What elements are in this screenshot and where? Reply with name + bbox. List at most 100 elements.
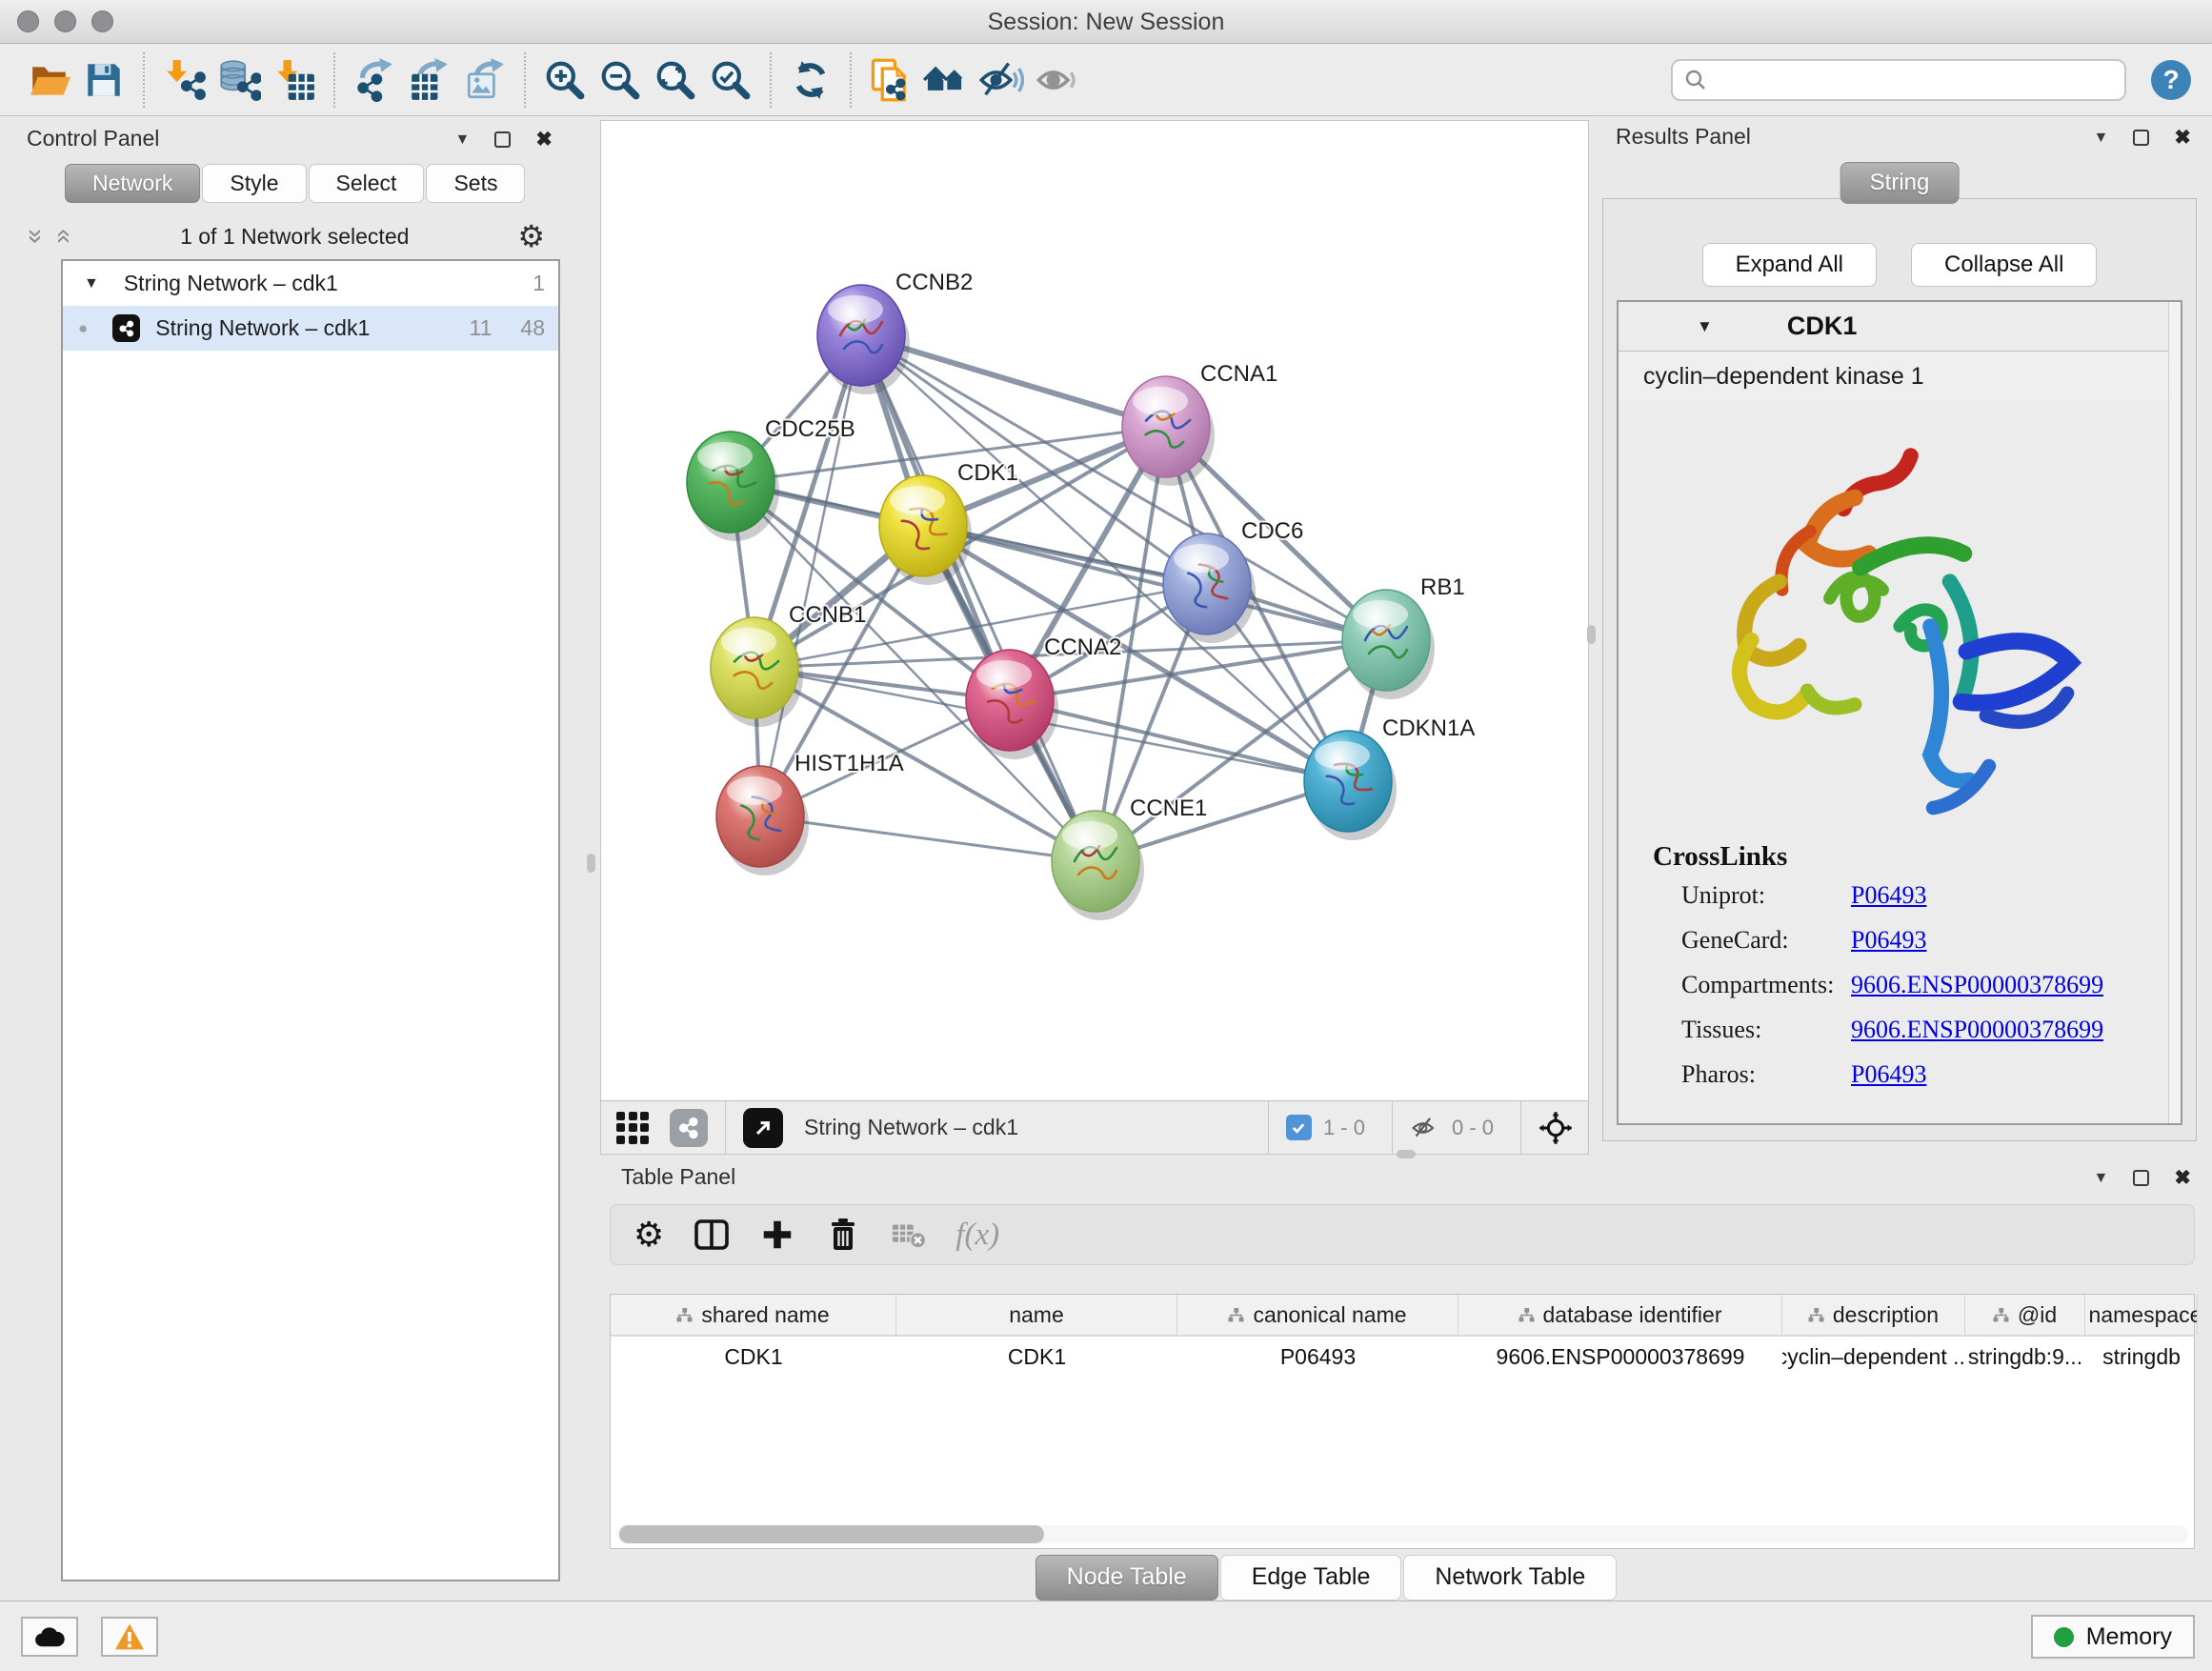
network-edge[interactable] — [760, 816, 1096, 861]
export-network-button[interactable] — [347, 50, 402, 111]
float-panel-icon[interactable] — [2133, 1170, 2149, 1186]
memory-button[interactable]: Memory — [2031, 1615, 2195, 1659]
horizontal-splitter-handle[interactable] — [1397, 1150, 1416, 1158]
zoom-fit-button[interactable] — [648, 50, 703, 111]
table-options-gear-icon[interactable]: ⚙ — [633, 1215, 664, 1255]
import-network-button[interactable] — [156, 50, 211, 111]
create-column-plus-icon[interactable] — [759, 1217, 795, 1253]
network-node[interactable] — [1342, 590, 1435, 699]
network-graph[interactable]: CCNB2CCNA1CDC25BCDK1CDC6RB1CCNB1CCNA2CDK… — [601, 121, 1588, 1100]
network-collection-row[interactable]: ▼ String Network – cdk1 1 — [63, 261, 558, 306]
crosslink-value[interactable]: 9606.ENSP00000378699 — [1851, 1016, 2103, 1044]
hide-selected-button[interactable] — [974, 50, 1029, 111]
close-panel-icon[interactable]: ✖ — [2174, 1166, 2191, 1190]
first-neighbors-button[interactable] — [918, 50, 974, 111]
column-header-namespace[interactable]: namespace — [2085, 1295, 2198, 1335]
export-table-button[interactable] — [402, 50, 457, 111]
results-scrollbar[interactable] — [2168, 302, 2181, 1123]
save-session-button[interactable] — [76, 50, 131, 111]
collapse-all-button[interactable]: Collapse All — [1911, 243, 2097, 287]
column-header-sharedname[interactable]: shared name — [611, 1295, 896, 1335]
panel-menu-caret-icon[interactable]: ▼ — [2094, 1170, 2109, 1187]
expand-all-button[interactable]: Expand All — [1702, 243, 1877, 287]
search-box[interactable] — [1671, 59, 2126, 101]
gene-expand-caret-icon[interactable]: ▼ — [1697, 317, 1713, 336]
table-data-row[interactable]: CDK1CDK1P064939606.ENSP00000378699cyclin… — [611, 1337, 2194, 1377]
column-header-description[interactable]: description — [1782, 1295, 1965, 1335]
duplicate-network-button[interactable] — [863, 50, 918, 111]
network-node[interactable] — [1163, 534, 1256, 643]
tab-sets[interactable]: Sets — [426, 164, 525, 203]
zoom-selected-button[interactable] — [703, 50, 758, 111]
gene-section-header[interactable]: ▼ CDK1 — [1619, 302, 2181, 352]
network-node[interactable] — [879, 475, 972, 585]
tab-string[interactable]: String — [1840, 162, 1960, 204]
zoom-in-button[interactable] — [537, 50, 593, 111]
network-node[interactable] — [687, 432, 779, 541]
table-cell[interactable]: CDK1 — [611, 1337, 896, 1377]
delete-column-trash-icon[interactable] — [824, 1216, 862, 1254]
table-cell[interactable]: stringdb:9... — [1965, 1337, 2085, 1377]
table-cell[interactable]: stringdb — [2085, 1337, 2198, 1377]
column-header-canonicalname[interactable]: canonical name — [1177, 1295, 1458, 1335]
close-panel-icon[interactable]: ✖ — [535, 128, 553, 151]
detach-view-button[interactable] — [743, 1108, 783, 1148]
crosslink-value[interactable]: P06493 — [1851, 926, 1926, 955]
network-node[interactable] — [817, 285, 910, 394]
import-table-button[interactable] — [267, 50, 322, 111]
import-network-from-database-button[interactable] — [211, 50, 267, 111]
crosslink-value[interactable]: P06493 — [1851, 881, 1926, 910]
tab-edge-table[interactable]: Edge Table — [1220, 1555, 1402, 1601]
tab-node-table[interactable]: Node Table — [1036, 1555, 1218, 1601]
network-share-icon[interactable] — [670, 1109, 708, 1147]
table-cell[interactable]: P06493 — [1177, 1337, 1458, 1377]
panel-menu-caret-icon[interactable]: ▼ — [2094, 130, 2109, 147]
float-panel-icon[interactable] — [494, 131, 511, 148]
network-node[interactable] — [966, 650, 1058, 759]
tab-select[interactable]: Select — [309, 164, 425, 203]
close-panel-icon[interactable]: ✖ — [2174, 126, 2191, 150]
table-cell[interactable]: CDK1 — [896, 1337, 1177, 1377]
expand-all-chevron-icon[interactable]: « — [54, 229, 73, 244]
apply-layout-button[interactable] — [783, 50, 838, 111]
table-horizontal-scrollbar[interactable] — [616, 1525, 2188, 1543]
tab-style[interactable]: Style — [202, 164, 306, 203]
table-cell[interactable]: 9606.ENSP00000378699 — [1458, 1337, 1782, 1377]
table-cell[interactable]: cyclin–dependent ... — [1782, 1337, 1965, 1377]
float-panel-icon[interactable] — [2133, 130, 2149, 146]
open-session-button[interactable] — [21, 50, 76, 111]
birdseye-navigator-icon[interactable] — [1538, 1111, 1573, 1145]
network-node[interactable] — [1122, 376, 1215, 486]
tab-network-table[interactable]: Network Table — [1403, 1555, 1617, 1601]
grid-view-icon[interactable] — [616, 1112, 649, 1144]
warnings-button[interactable] — [101, 1617, 158, 1657]
network-row[interactable]: ● String Network – cdk1 11 48 — [63, 306, 558, 351]
column-header-id[interactable]: @id — [1965, 1295, 2085, 1335]
help-button[interactable]: ? — [2151, 60, 2191, 100]
zoom-selected-icon — [709, 58, 753, 102]
tree-expand-caret-icon[interactable]: ▼ — [84, 275, 99, 292]
crosslink-value[interactable]: P06493 — [1851, 1060, 1926, 1089]
network-edge[interactable] — [760, 335, 861, 816]
collapse-all-chevron-icon[interactable]: » — [27, 229, 46, 244]
network-node[interactable] — [711, 617, 803, 727]
export-image-button[interactable] — [457, 50, 513, 111]
search-input[interactable] — [1717, 68, 2113, 92]
network-node[interactable] — [1304, 731, 1397, 840]
panel-menu-caret-icon[interactable]: ▼ — [455, 131, 471, 149]
vertical-splitter-handle[interactable] — [587, 854, 595, 873]
tab-network[interactable]: Network — [65, 164, 200, 203]
network-node[interactable] — [716, 766, 809, 876]
network-node[interactable] — [1052, 811, 1144, 920]
network-options-gear-icon[interactable]: ⚙ — [517, 222, 545, 251]
selected-checkbox-icon[interactable] — [1286, 1115, 1312, 1140]
network-edge[interactable] — [861, 335, 1096, 861]
zoom-out-button[interactable] — [593, 50, 648, 111]
show-all-button[interactable] — [1029, 50, 1084, 111]
column-header-databaseidentifier[interactable]: database identifier — [1458, 1295, 1782, 1335]
column-header-name[interactable]: name — [896, 1295, 1177, 1335]
crosslink-value[interactable]: 9606.ENSP00000378699 — [1851, 971, 2103, 999]
scrollbar-thumb[interactable] — [619, 1525, 1044, 1543]
show-columns-icon[interactable] — [693, 1216, 731, 1254]
cloud-status-button[interactable] — [21, 1617, 78, 1657]
